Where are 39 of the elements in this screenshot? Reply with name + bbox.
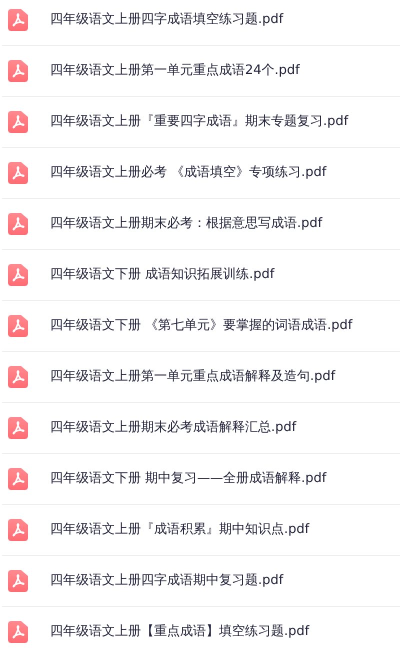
pdf-file-icon [8, 60, 28, 82]
file-name: 四年级语文上册第一单元重点成语24个.pdf [50, 62, 300, 80]
file-name: 四年级语文上册期末必考：根据意思写成语.pdf [50, 215, 322, 234]
file-name: 四年级语文上册『成语积累』期中知识点.pdf [50, 521, 310, 540]
pdf-file-icon [8, 264, 28, 286]
file-item[interactable]: 四年级语文上册期末必考：根据意思写成语.pdf [2, 199, 400, 250]
file-item[interactable]: 四年级语文上册四字成语期中复习题.pdf [2, 556, 400, 607]
pdf-file-icon [8, 213, 28, 235]
pdf-file-icon [8, 9, 28, 31]
file-item[interactable]: 四年级语文上册『成语积累』期中知识点.pdf [2, 505, 400, 556]
pdf-file-icon [8, 366, 28, 388]
file-name: 四年级语文上册【重点成语】填空练习题.pdf [50, 623, 310, 642]
file-name: 四年级语文下册 成语知识拓展训练.pdf [50, 266, 274, 284]
pdf-file-icon [8, 315, 28, 337]
pdf-file-icon [8, 519, 28, 541]
file-item[interactable]: 四年级语文下册 《第七单元》要掌握的词语成语.pdf [2, 301, 400, 352]
pdf-file-icon [8, 162, 28, 184]
file-name: 四年级语文上册必考 《成语填空》专项练习.pdf [50, 164, 326, 182]
file-item[interactable]: 四年级语文上册【重点成语】填空练习题.pdf [2, 607, 400, 654]
file-name: 四年级语文上册四字成语期中复习题.pdf [50, 572, 284, 590]
file-name: 四年级语文下册 期中复习——全册成语解释.pdf [50, 470, 326, 488]
file-item[interactable]: 四年级语文下册 成语知识拓展训练.pdf [2, 250, 400, 301]
file-item[interactable]: 四年级语文上册『重要四字成语』期末专题复习.pdf [2, 97, 400, 148]
file-item[interactable]: 四年级语文下册 期中复习——全册成语解释.pdf [2, 454, 400, 505]
file-name: 四年级语文上册四字成语填空练习题.pdf [50, 11, 284, 30]
pdf-file-icon [8, 621, 28, 643]
pdf-file-icon [8, 570, 28, 592]
file-name: 四年级语文下册 《第七单元》要掌握的词语成语.pdf [50, 317, 352, 336]
file-name: 四年级语文上册第一单元重点成语解释及造句.pdf [50, 368, 336, 386]
file-item[interactable]: 四年级语文上册必考 《成语填空》专项练习.pdf [2, 148, 400, 199]
pdf-file-icon [8, 111, 28, 133]
pdf-file-icon [8, 468, 28, 490]
file-name: 四年级语文上册期末必考成语解释汇总.pdf [50, 419, 296, 438]
file-item[interactable]: 四年级语文上册期末必考成语解释汇总.pdf [2, 403, 400, 454]
file-item[interactable]: 四年级语文上册第一单元重点成语24个.pdf [2, 46, 400, 97]
file-name: 四年级语文上册『重要四字成语』期末专题复习.pdf [50, 113, 348, 132]
file-item[interactable]: 四年级语文上册四字成语填空练习题.pdf [2, 0, 400, 46]
pdf-file-icon [8, 417, 28, 439]
file-item[interactable]: 四年级语文上册第一单元重点成语解释及造句.pdf [2, 352, 400, 403]
